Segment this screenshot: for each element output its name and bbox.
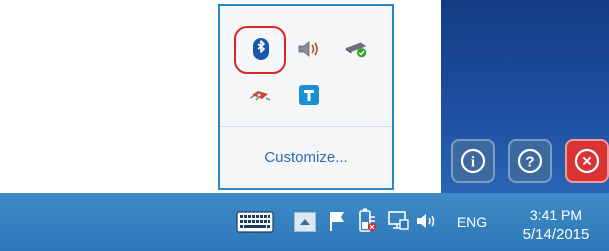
info-icon: i	[460, 148, 486, 174]
chevron-up-icon	[300, 219, 310, 225]
volume-icon[interactable]	[414, 209, 438, 233]
clock-time: 3:41 PM	[529, 207, 583, 223]
network-icon[interactable]	[386, 209, 410, 233]
language-indicator[interactable]: ENG	[450, 211, 494, 233]
app-t-icon[interactable]	[296, 82, 322, 108]
info-button[interactable]: i	[451, 139, 495, 183]
customize-link[interactable]: Customize...	[220, 149, 392, 166]
show-hidden-icons-button[interactable]	[294, 212, 316, 232]
touch-keyboard-icon[interactable]	[236, 211, 274, 233]
help-button[interactable]: ?	[508, 139, 552, 183]
clock[interactable]: 3:41 PM 5/14/2015	[510, 206, 602, 244]
popup-divider	[220, 126, 392, 127]
svg-text:?: ?	[525, 154, 534, 171]
notification-area-overflow-popup: Customize...	[218, 4, 394, 190]
bluetooth-icon[interactable]	[248, 36, 274, 62]
volume-icon[interactable]	[296, 36, 322, 62]
svg-text:×: ×	[582, 152, 592, 171]
usb-device-icon[interactable]	[344, 36, 370, 62]
clock-date: 5/14/2015	[522, 226, 590, 243]
close-button[interactable]: ×	[565, 139, 609, 183]
network-adapter-icon[interactable]	[248, 82, 274, 108]
taskbar: ENG 3:41 PM 5/14/2015	[0, 193, 609, 251]
help-icon: ?	[517, 148, 543, 174]
action-center-flag-icon[interactable]	[326, 209, 348, 233]
power-battery-icon[interactable]	[356, 207, 378, 235]
svg-text:i: i	[471, 155, 475, 171]
close-icon: ×	[574, 148, 600, 174]
